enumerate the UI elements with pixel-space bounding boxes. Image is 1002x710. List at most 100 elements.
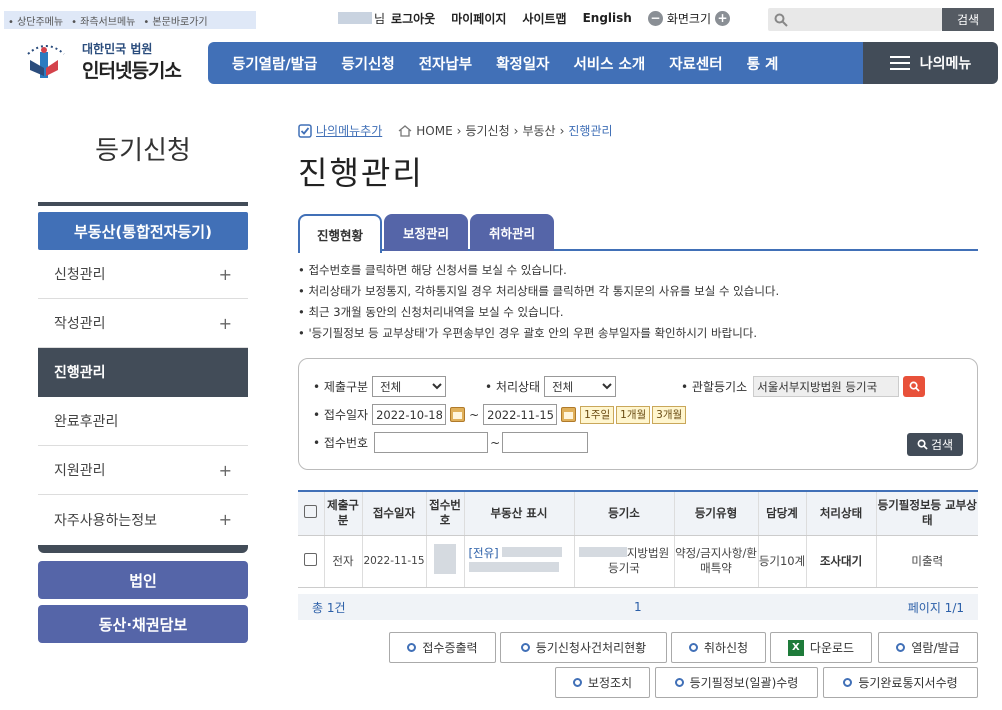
cell-property[interactable]: [전유] <box>464 535 575 588</box>
sidebar-item-label: 지원관리 <box>54 463 106 479</box>
submit-type-label: 제출구분 <box>313 378 368 395</box>
skip-link-side-menu[interactable]: • 좌측서브메뉴 <box>71 13 135 28</box>
sidebar-item-write-manage[interactable]: 작성관리 + <box>38 299 248 348</box>
plus-icon: + <box>218 264 232 284</box>
calendar-icon[interactable] <box>561 407 577 422</box>
tab-withdraw-manage[interactable]: 취하관리 <box>470 214 554 251</box>
page-number[interactable]: 1 <box>634 600 642 614</box>
top-search-input[interactable] <box>768 8 942 31</box>
complete-notice-button[interactable]: 등기완료통지서수령 <box>823 667 978 698</box>
row-checkbox[interactable] <box>304 552 318 566</box>
screen-size-control: − 화면크기 + <box>647 10 731 27</box>
office-search-icon[interactable] <box>903 376 926 397</box>
sidebar-corp-button[interactable]: 법인 <box>38 561 248 599</box>
court-emblem-icon <box>27 45 65 78</box>
col-team: 담당계 <box>758 490 807 536</box>
my-menu-button[interactable]: 나의메뉴 <box>863 42 998 84</box>
logout-link[interactable]: 로그아웃 <box>391 10 435 27</box>
col-receipt-no: 접수번호 <box>426 490 465 536</box>
gnb-item-service-intro[interactable]: 서비스 소개 <box>561 53 657 74</box>
sidebar-title: 등기신청 <box>95 136 191 166</box>
hamburger-icon <box>889 56 910 70</box>
calendar-icon[interactable] <box>450 407 466 422</box>
submit-type-select[interactable]: 전체 <box>372 376 447 397</box>
date-to-input[interactable] <box>483 404 558 425</box>
receipt-print-button[interactable]: 접수증출력 <box>389 632 496 663</box>
search-button[interactable]: 검색 <box>907 433 963 456</box>
sidebar-item-progress-manage[interactable]: 진행관리 <box>38 348 248 397</box>
receipt-from-input[interactable] <box>374 432 489 453</box>
breadcrumb-home[interactable]: HOME <box>416 124 452 138</box>
zoom-in-icon[interactable]: + <box>715 10 731 26</box>
gnb-item-registry-apply[interactable]: 등기신청 <box>329 53 406 74</box>
status-select[interactable]: 전체 <box>544 376 617 397</box>
english-link[interactable]: English <box>583 11 632 25</box>
add-my-menu-link[interactable]: 나의메뉴추가 <box>316 122 382 139</box>
select-all-checkbox[interactable] <box>304 504 318 518</box>
table-footer: 총 1건 1 페이지 1/1 <box>298 594 978 620</box>
check-icon <box>298 123 312 138</box>
cell-status[interactable]: 조사대기 <box>806 535 877 588</box>
mypage-link[interactable]: 마이페이지 <box>451 10 506 27</box>
zoom-out-icon[interactable]: − <box>647 10 663 26</box>
cell-type: 약정/금지사항/환매특약 <box>674 535 759 588</box>
sidebar-item-label: 완료후관리 <box>54 414 119 430</box>
skip-link-content[interactable]: • 본문바로가기 <box>143 13 207 28</box>
gnb-item-statistics[interactable]: 통 계 <box>735 53 791 74</box>
col-office: 등기소 <box>574 490 675 536</box>
period-3month-button[interactable]: 3개월 <box>652 405 687 424</box>
office-field: 서울서부지방법원 등기국 <box>753 376 900 397</box>
sidebar-item-support-manage[interactable]: 지원관리 + <box>38 446 248 495</box>
page-title: 진행관리 <box>298 154 424 192</box>
case-status-button[interactable]: 등기신청사건처리현황 <box>500 632 667 663</box>
top-search-button[interactable]: 검색 <box>942 8 994 31</box>
period-1week-button[interactable]: 1주일 <box>580 405 615 424</box>
user-name-suffix: 님 <box>374 11 386 26</box>
table-row: 전자 2022-11-15 [전유] 지방법원 등기국 약정/금지사항/환매특약… <box>298 535 978 588</box>
cell-office: 지방법원 등기국 <box>574 535 675 588</box>
gnb-item-resources[interactable]: 자료센터 <box>657 53 734 74</box>
sidebar-movable-button[interactable]: 동산·채권담보 <box>38 605 248 643</box>
period-1month-button[interactable]: 1개월 <box>616 405 651 424</box>
excel-icon: X <box>787 639 804 656</box>
breadcrumb-path2[interactable]: 부동산 <box>522 122 555 139</box>
tab-progress-status[interactable]: 진행현황 <box>298 214 382 253</box>
sidebar-item-label: 신청관리 <box>54 267 106 283</box>
col-type: 등기유형 <box>674 490 759 536</box>
table-header-row: 제출구분 접수일자 접수번호 부동산 표시 등기소 등기유형 담당계 처리상태 … <box>298 490 978 536</box>
cert-receive-button[interactable]: 등기필정보(일괄)수령 <box>655 667 818 698</box>
sidebar-category[interactable]: 부동산(통합전자등기) <box>38 212 248 250</box>
sidebar-item-post-complete[interactable]: 완료후관리 <box>38 397 248 446</box>
gnb-item-registry-view[interactable]: 등기열람/발급 <box>208 53 329 74</box>
circle-icon <box>674 678 684 687</box>
col-issue-status: 등기필정보등 교부상태 <box>876 490 978 536</box>
page-info: 페이지 1/1 <box>907 600 964 615</box>
gnb-item-e-payment[interactable]: 전자납부 <box>407 53 484 74</box>
view-issue-button[interactable]: 열람/발급 <box>878 632 978 663</box>
circle-icon <box>407 643 417 652</box>
logo-line1: 대한민국 법원 <box>82 42 153 56</box>
cell-receipt-no[interactable] <box>426 535 465 588</box>
col-submit-type: 제출구분 <box>324 490 363 536</box>
notice-list: • 접수번호를 클릭하면 해당 신청서를 보실 수 있습니다. • 처리상태가 … <box>298 260 779 344</box>
home-icon <box>398 124 412 137</box>
withdraw-button[interactable]: 취하신청 <box>671 632 766 663</box>
download-button[interactable]: X 다운로드 <box>770 632 872 663</box>
date-from-input[interactable] <box>372 404 447 425</box>
breadcrumb-path1[interactable]: 등기신청 <box>465 122 509 139</box>
notice-item: • 처리상태가 보정통지, 각하통지일 경우 처리상태를 클릭하면 각 통지문의… <box>298 284 780 298</box>
global-nav: 등기열람/발급 등기신청 전자납부 확정일자 서비스 소개 자료센터 통 계 <box>208 42 863 84</box>
sidebar-item-frequent-info[interactable]: 자주사용하는정보 + <box>38 495 248 544</box>
col-date: 접수일자 <box>362 490 427 536</box>
skip-link-top-menu[interactable]: • 상단주메뉴 <box>8 13 63 28</box>
circle-icon <box>520 643 530 652</box>
correction-button[interactable]: 보정조치 <box>555 667 650 698</box>
gnb-item-fixed-date[interactable]: 확정일자 <box>484 53 561 74</box>
receipt-to-input[interactable] <box>502 432 589 453</box>
site-logo[interactable]: 대한민국 법원 인터넷등기소 <box>20 34 200 84</box>
tab-bar: 진행현황 보정관리 취하관리 <box>298 214 978 253</box>
tab-correction-manage[interactable]: 보정관리 <box>384 214 468 251</box>
office-label: 관할등기소 <box>681 378 747 395</box>
sidebar-item-apply-manage[interactable]: 신청관리 + <box>38 250 248 299</box>
sitemap-link[interactable]: 사이트맵 <box>522 10 566 27</box>
